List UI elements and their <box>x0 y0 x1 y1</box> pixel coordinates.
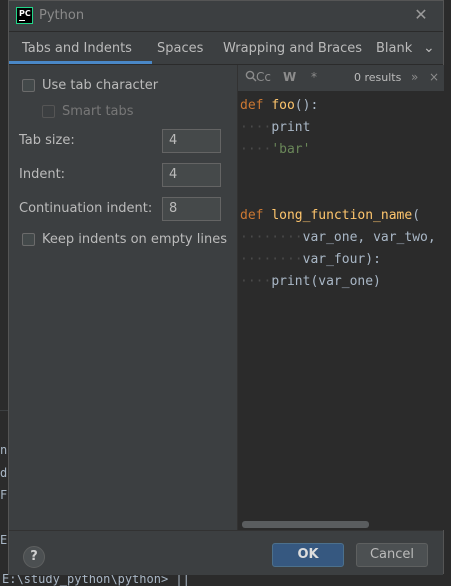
background-text: F <box>0 488 8 502</box>
background-editor-right <box>444 0 451 585</box>
code-token: foo <box>271 98 295 113</box>
keep-indents-option[interactable]: Keep indents on empty lines <box>22 232 227 247</box>
whole-words-icon[interactable]: W <box>283 70 296 84</box>
whitespace-marker: ···· <box>240 120 272 135</box>
background-terminal-strip: ni do F E <box>0 410 14 586</box>
code-line: ····'bar' <box>240 139 436 161</box>
tab-bar: Tabs and Indents Spaces Wrapping and Bra… <box>9 32 443 65</box>
code-line: ········var_one, var_two, <box>240 227 436 249</box>
use-tab-character-label: Use tab character <box>42 78 159 93</box>
dialog-footer: ? OK Cancel <box>9 530 443 575</box>
code-token: 'bar' <box>271 142 311 157</box>
code-style-dialog: PC Python ✕ Tabs and Indents Spaces Wrap… <box>8 0 444 575</box>
horizontal-scrollbar[interactable] <box>242 521 369 528</box>
more-options-icon[interactable]: » <box>411 70 418 84</box>
code-token: var_four): <box>302 252 381 267</box>
code-token: ( <box>412 208 421 223</box>
help-button[interactable]: ? <box>23 546 45 568</box>
code-token: def <box>240 98 272 113</box>
regex-icon[interactable]: * <box>311 70 317 84</box>
whitespace-marker: ········ <box>240 252 303 267</box>
search-results-count: 0 results <box>354 71 402 84</box>
code-line: ····print <box>240 117 436 139</box>
ok-button[interactable]: OK <box>272 543 344 567</box>
use-tab-character-option[interactable]: Use tab character <box>22 78 158 93</box>
tab-size-label: Tab size: <box>19 133 75 148</box>
tab-blank-lines[interactable]: Blank <box>376 32 412 64</box>
tab-size-field[interactable]: 4 <box>162 129 221 153</box>
code-preview: def foo(): ····print ····'bar' def long_fu… <box>240 95 436 293</box>
code-preview-pane: Cc W * 0 results » × def foo(): ····print… <box>237 65 444 530</box>
code-line: def long_function_name( <box>240 205 436 227</box>
tab-wrapping-and-braces[interactable]: Wrapping and Braces <box>223 32 362 64</box>
smart-tabs-checkbox <box>42 105 55 118</box>
preview-search-bar: Cc W * 0 results » × <box>238 65 444 92</box>
indent-label: Indent: <box>19 167 66 182</box>
match-case-icon[interactable]: Cc <box>256 70 271 84</box>
code-token: def <box>240 208 272 223</box>
smart-tabs-label: Smart tabs <box>62 104 134 119</box>
cancel-button[interactable]: Cancel <box>356 543 428 567</box>
whitespace-marker: ···· <box>240 274 272 289</box>
tab-spaces[interactable]: Spaces <box>157 32 203 64</box>
chevron-down-icon[interactable]: ⌄ <box>423 32 435 64</box>
continuation-indent-label: Continuation indent: <box>19 201 153 216</box>
code-token: print(var_one) <box>271 274 381 289</box>
code-line: ····print(var_one) <box>240 271 436 293</box>
close-icon[interactable]: ✕ <box>411 5 431 25</box>
smart-tabs-option: Smart tabs <box>42 104 134 119</box>
code-token: print <box>271 120 311 135</box>
code-token: long_function_name <box>271 208 413 223</box>
dialog-titlebar: PC Python ✕ <box>9 1 443 32</box>
code-token: (): <box>294 98 319 113</box>
code-line: def foo(): <box>240 95 436 117</box>
whitespace-marker: ········ <box>240 230 303 245</box>
tab-tabs-and-indents[interactable]: Tabs and Indents <box>9 32 152 64</box>
continuation-indent-field[interactable]: 8 <box>162 197 221 221</box>
background-text: E <box>0 533 8 547</box>
pycharm-app-icon: PC <box>16 7 33 24</box>
code-token: var_one, var_two, <box>302 230 436 245</box>
close-search-icon[interactable]: × <box>429 70 439 84</box>
whitespace-marker: ···· <box>240 142 272 157</box>
use-tab-character-checkbox[interactable] <box>22 79 35 92</box>
dialog-title: Python <box>39 8 85 23</box>
indent-field[interactable]: 4 <box>162 163 221 187</box>
keep-indents-checkbox[interactable] <box>22 233 35 246</box>
keep-indents-label: Keep indents on empty lines <box>42 232 227 247</box>
settings-pane: Use tab character Smart tabs Tab size: 4… <box>9 65 237 530</box>
code-line: ········var_four): <box>240 249 436 271</box>
